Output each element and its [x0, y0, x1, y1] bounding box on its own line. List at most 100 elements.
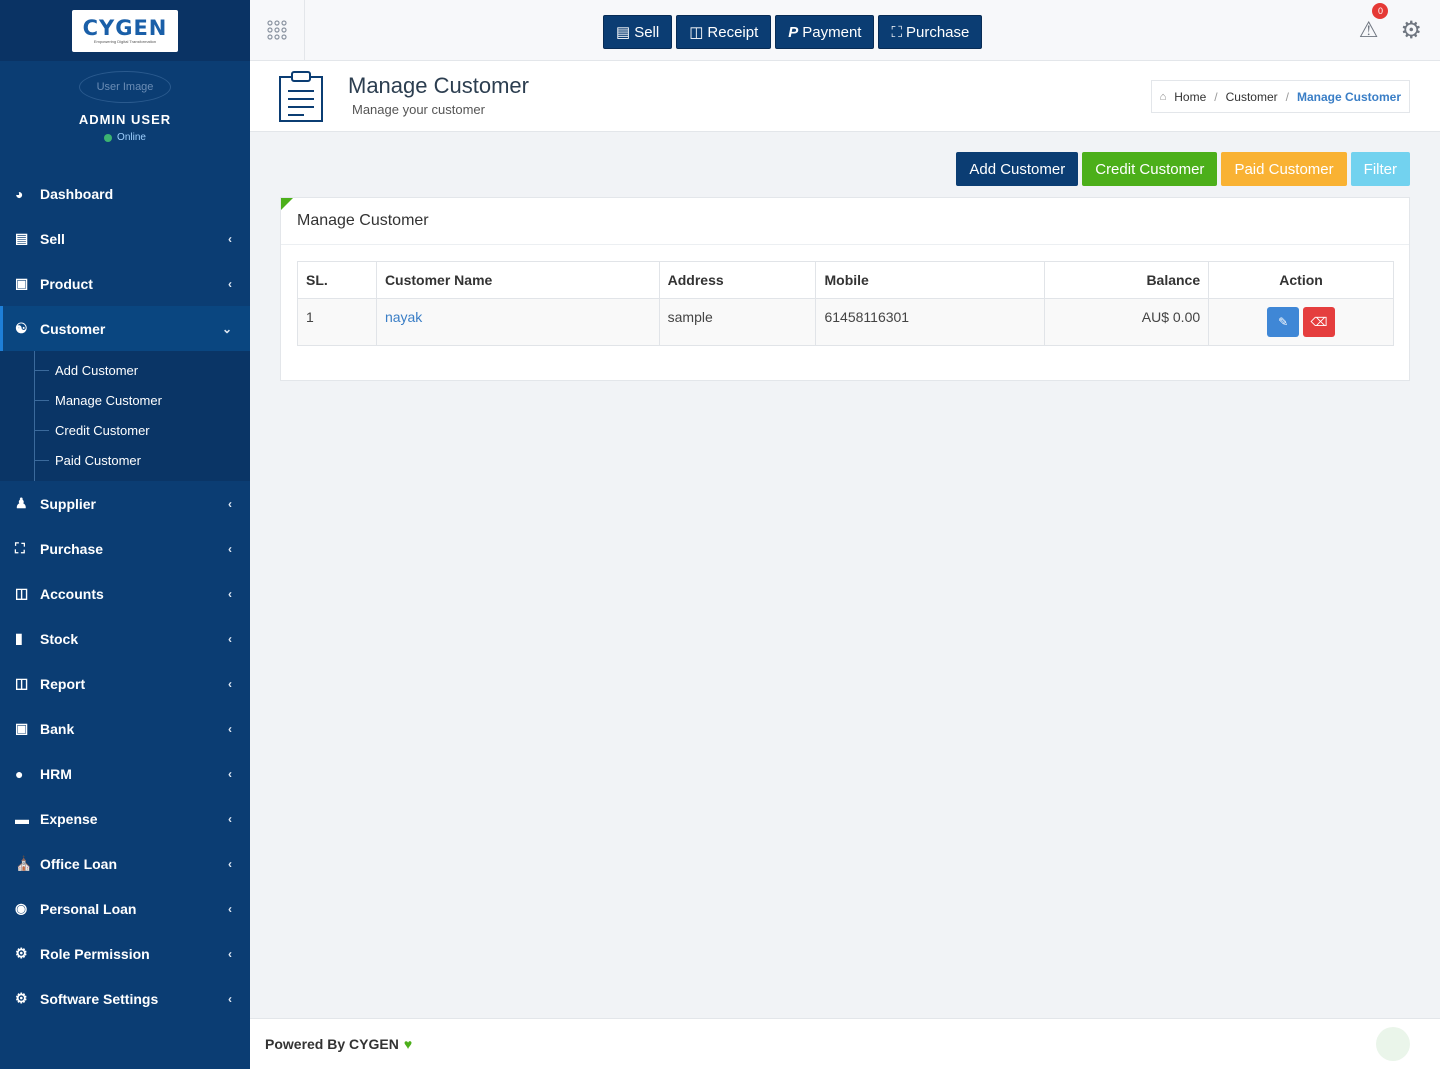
logo-tagline: Empowering Digital Transformation: [93, 39, 157, 44]
topbar: ▤ Sell ◫ Receipt P Payment ⛶ Purchase ⚠ …: [250, 0, 1440, 61]
cell-sl: 1: [297, 298, 377, 346]
product-icon: ▣: [15, 275, 29, 291]
user-status: Online: [0, 132, 250, 143]
column-header-address[interactable]: Address: [658, 261, 817, 299]
supplier-icon: ♟: [15, 495, 28, 511]
payment-button-label: Payment: [802, 23, 862, 41]
stock-icon: ▮: [15, 630, 23, 646]
breadcrumb-home[interactable]: Home: [1174, 90, 1206, 104]
submenu-item-credit-customer[interactable]: Credit Customer: [0, 415, 250, 445]
sell-button[interactable]: ▤ Sell: [603, 15, 673, 49]
column-header-mobile[interactable]: Mobile: [815, 261, 1046, 299]
sidebar-item-accounts[interactable]: ◫ Accounts ‹: [0, 571, 250, 616]
chevron-left-icon: ‹: [228, 856, 232, 871]
cell-actions: ✎ ⌫: [1208, 298, 1394, 346]
chevron-left-icon: ‹: [228, 901, 232, 916]
column-header-action: Action: [1208, 261, 1394, 299]
footer-text: Powered By CYGEN: [265, 1036, 399, 1052]
sidebar-item-label: Dashboard: [40, 185, 114, 202]
submenu-item-manage-customer[interactable]: Manage Customer: [0, 385, 250, 415]
delete-button[interactable]: ⌫: [1303, 307, 1336, 337]
filter-button[interactable]: Filter: [1350, 152, 1410, 186]
sidebar-item-customer[interactable]: ☯ Customer ⌄: [0, 306, 250, 351]
chevron-left-icon: ‹: [228, 991, 232, 1006]
column-header-customer-name[interactable]: Customer Name: [375, 261, 660, 299]
avatar: User Image: [79, 71, 171, 103]
edit-button[interactable]: ✎: [1267, 307, 1300, 337]
scroll-top-button[interactable]: [1376, 1027, 1410, 1061]
notification-badge: 0: [1372, 3, 1389, 19]
sidebar-item-dashboard[interactable]: ◕ Dashboard: [0, 171, 250, 216]
breadcrumb: ⌂ Home / Customer / Manage Customer: [1150, 80, 1410, 113]
topbar-icons: ⚠ 0 ⚙: [1359, 0, 1422, 60]
sidebar-item-label: Purchase: [40, 540, 104, 557]
chevron-left-icon: ‹: [228, 721, 232, 736]
dashboard-icon: ◕: [15, 185, 24, 202]
chevron-left-icon: ‹: [228, 276, 232, 291]
sidebar-item-office-loan[interactable]: ⛪ Office Loan ‹: [0, 841, 250, 886]
sidebar-item-software-settings[interactable]: ⚙ Software Settings ‹: [0, 976, 250, 1021]
page-title: Manage Customer: [348, 73, 529, 98]
chevron-left-icon: ‹: [228, 496, 232, 511]
column-header-sl[interactable]: SL.: [297, 261, 377, 299]
chevron-left-icon: ‹: [228, 946, 232, 961]
gear-icon: ⚙: [15, 990, 28, 1006]
breadcrumb-separator: /: [1214, 89, 1218, 104]
sidebar-item-label: Stock: [40, 630, 79, 647]
customer-icon: ☯: [15, 320, 28, 336]
add-customer-button[interactable]: Add Customer: [956, 152, 1079, 186]
purchase-button[interactable]: ⛶ Purchase: [878, 15, 983, 49]
user-name: ADMIN USER: [78, 112, 172, 127]
chevron-down-icon: ⌄: [221, 321, 232, 336]
submenu-item-paid-customer[interactable]: Paid Customer: [0, 445, 250, 475]
breadcrumb-current: Manage Customer: [1296, 89, 1401, 104]
sidebar-item-label: Product: [40, 275, 93, 292]
breadcrumb-separator: /: [1285, 89, 1289, 104]
credit-customer-button[interactable]: Credit Customer: [1082, 152, 1218, 186]
chevron-left-icon: ‹: [228, 541, 232, 556]
chevron-left-icon: ‹: [228, 631, 232, 646]
sidebar-item-role-permission[interactable]: ⚙ Role Permission ‹: [0, 931, 250, 976]
sidebar-item-label: Sell: [40, 230, 65, 247]
bank-icon: ▣: [15, 720, 29, 736]
logo[interactable]: CYGEN Empowering Digital Transformation: [72, 9, 178, 52]
customer-name-link[interactable]: nayak: [385, 309, 422, 325]
gear-icon: ⚙: [1400, 16, 1422, 44]
customer-table: SL. Customer Name Address Mobile Balance…: [297, 261, 1394, 346]
institution-icon: ⛪: [15, 855, 33, 871]
heart-icon: ♥: [403, 1036, 413, 1052]
sidebar-item-purchase[interactable]: ⛶ Purchase ‹: [0, 526, 250, 571]
receipt-button[interactable]: ◫ Receipt: [676, 15, 772, 49]
sidebar-item-bank[interactable]: ▣ Bank ‹: [0, 706, 250, 751]
chevron-left-icon: ‹: [228, 231, 232, 246]
sidebar-item-product[interactable]: ▣ Product ‹: [0, 261, 250, 306]
purchase-button-label: Purchase: [905, 23, 970, 41]
sidebar-item-label: Customer: [40, 320, 106, 337]
breadcrumb-customer[interactable]: Customer: [1226, 90, 1278, 104]
sidebar-item-supplier[interactable]: ♟ Supplier ‹: [0, 481, 250, 526]
sidebar-menu: ◕ Dashboard ▤ Sell ‹ ▣ Product ‹ ☯ Custo…: [0, 171, 250, 351]
sidebar-item-expense[interactable]: ▬ Expense ‹: [0, 796, 250, 841]
sidebar-item-label: Bank: [40, 720, 75, 737]
sidebar-item-hrm[interactable]: ● HRM ‹: [0, 751, 250, 796]
home-icon: ⌂: [1159, 90, 1167, 103]
receipt-button-label: Receipt: [707, 23, 759, 41]
sidebar-item-sell[interactable]: ▤ Sell ‹: [0, 216, 250, 261]
pencil-icon: ✎: [1278, 315, 1289, 329]
sidebar-item-label: HRM: [40, 765, 72, 782]
notification-button[interactable]: ⚠ 0: [1359, 3, 1389, 43]
sidebar-item-report[interactable]: ◫ Report ‹: [0, 661, 250, 706]
payment-button[interactable]: P Payment: [775, 15, 875, 49]
app-grid-button[interactable]: [250, 0, 305, 60]
column-header-balance[interactable]: Balance: [1044, 261, 1210, 299]
page-header: Manage Customer Manage your customer ⌂ H…: [250, 61, 1440, 132]
settings-button[interactable]: ⚙: [1400, 16, 1422, 45]
paid-customer-button[interactable]: Paid Customer: [1221, 152, 1347, 186]
quick-actions: ▤ Sell ◫ Receipt P Payment ⛶ Purchase: [603, 15, 983, 49]
sidebar-item-personal-loan[interactable]: ◉ Personal Loan ‹: [0, 886, 250, 931]
accounts-icon: ◫: [15, 585, 29, 601]
sidebar-item-label: Accounts: [40, 585, 104, 602]
submenu-item-add-customer[interactable]: Add Customer: [0, 355, 250, 385]
sidebar-item-stock[interactable]: ▮ Stock ‹: [0, 616, 250, 661]
cell-customer-name: nayak: [375, 298, 660, 346]
